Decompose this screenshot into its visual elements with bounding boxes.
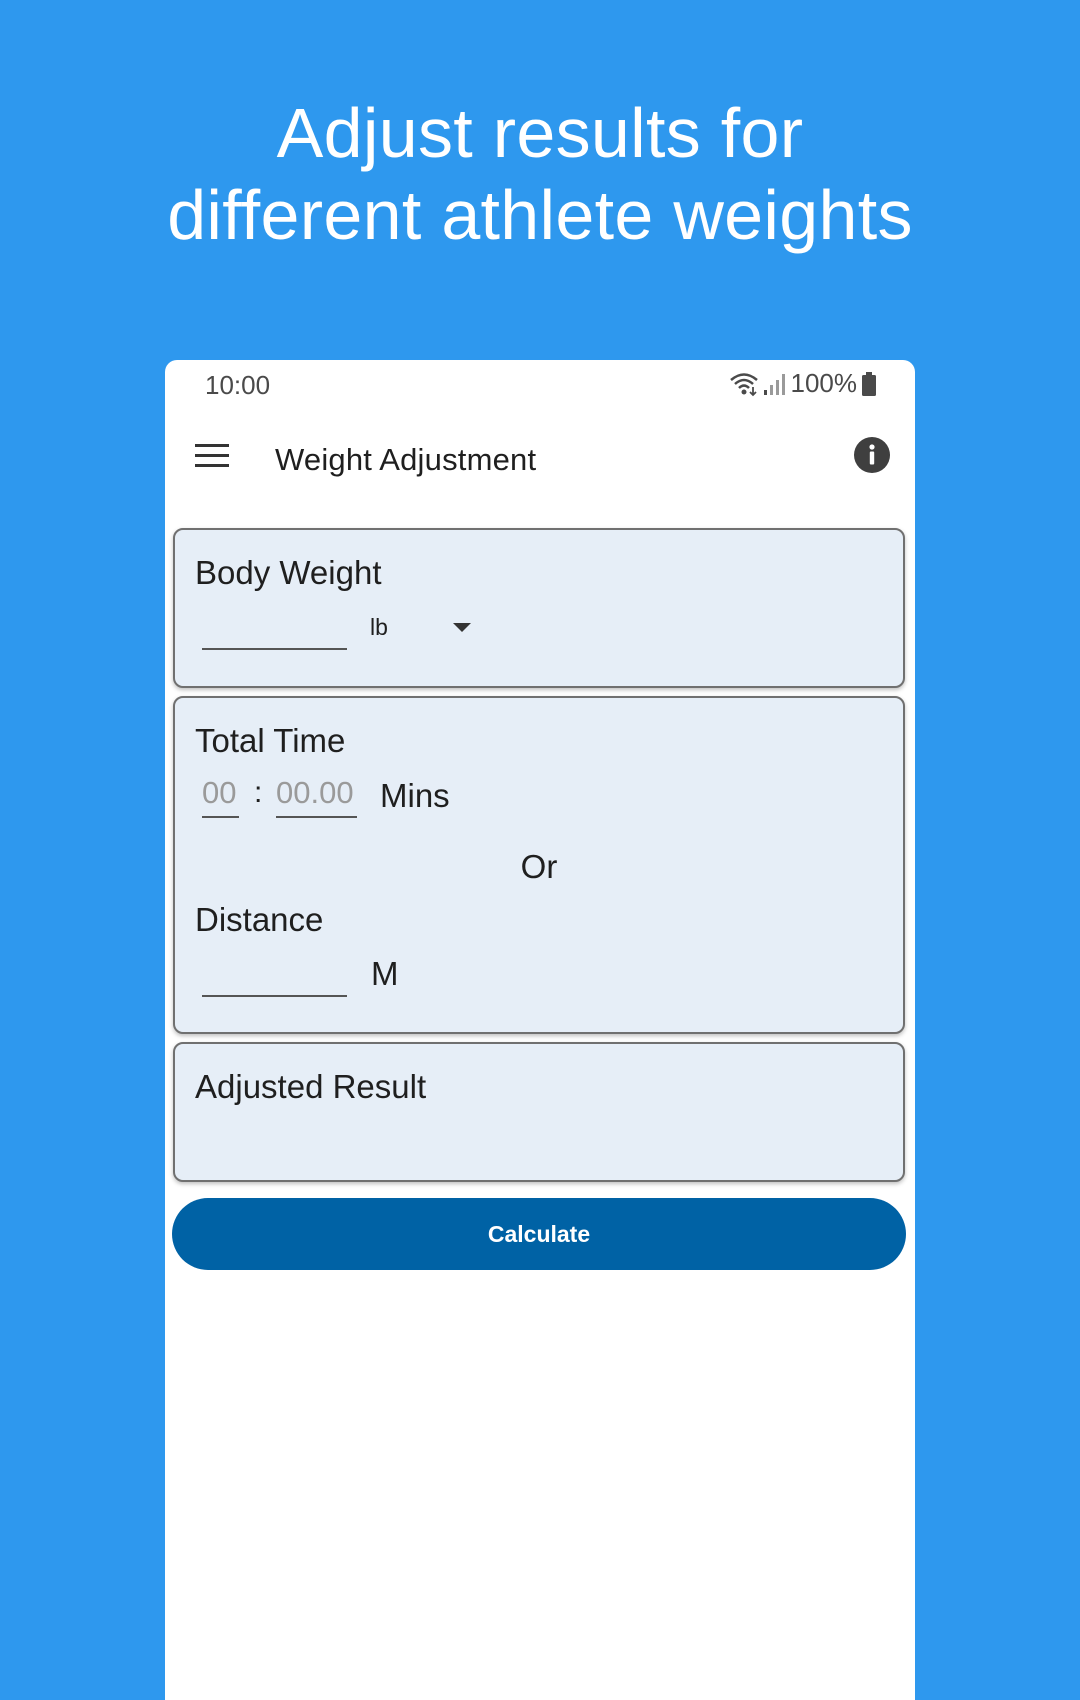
seconds-input[interactable] xyxy=(276,774,357,818)
weight-unit-select[interactable]: lb xyxy=(370,614,471,650)
distance-unit-label: M xyxy=(371,955,399,992)
app-title: Weight Adjustment xyxy=(275,442,537,477)
info-icon xyxy=(854,437,890,473)
promo-headline: Adjust results for different athlete wei… xyxy=(0,92,1080,256)
minutes-input[interactable] xyxy=(202,774,239,818)
status-icons: 100% xyxy=(729,368,878,399)
body-weight-input[interactable] xyxy=(202,606,347,650)
distance-input[interactable] xyxy=(202,953,347,997)
weight-unit-value: lb xyxy=(370,614,388,640)
battery-icon xyxy=(862,371,876,396)
battery-percent: 100% xyxy=(790,368,858,398)
total-time-label: Total Time xyxy=(195,722,346,759)
signal-icon xyxy=(763,373,785,395)
wifi-icon xyxy=(729,372,758,396)
time-unit-label: Mins xyxy=(380,777,450,814)
promo-headline-line2: different athlete weights xyxy=(167,176,913,254)
menu-icon xyxy=(195,444,229,467)
info-button[interactable] xyxy=(853,436,891,474)
menu-button[interactable] xyxy=(195,438,231,474)
promo-headline-line1: Adjust results for xyxy=(276,94,804,172)
app-bar: Weight Adjustment xyxy=(165,420,915,496)
adjusted-result-card: Adjusted Result xyxy=(173,1042,905,1182)
phone-screen: 10:00 100% Weight Adjustment Body Weight… xyxy=(165,360,915,1700)
body-weight-label: Body Weight xyxy=(195,554,382,591)
distance-label: Distance xyxy=(195,901,324,938)
or-label: Or xyxy=(520,848,558,885)
time-distance-card: Total Time : Mins Or Distance M xyxy=(173,696,905,1034)
adjusted-result-label: Adjusted Result xyxy=(195,1068,427,1105)
dropdown-arrow-icon xyxy=(453,623,471,632)
status-time: 10:00 xyxy=(205,370,271,400)
calculate-button[interactable]: Calculate xyxy=(172,1198,906,1270)
time-separator: : xyxy=(254,776,263,809)
status-bar: 10:00 100% xyxy=(165,360,915,408)
body-weight-card: Body Weight lb xyxy=(173,528,905,688)
